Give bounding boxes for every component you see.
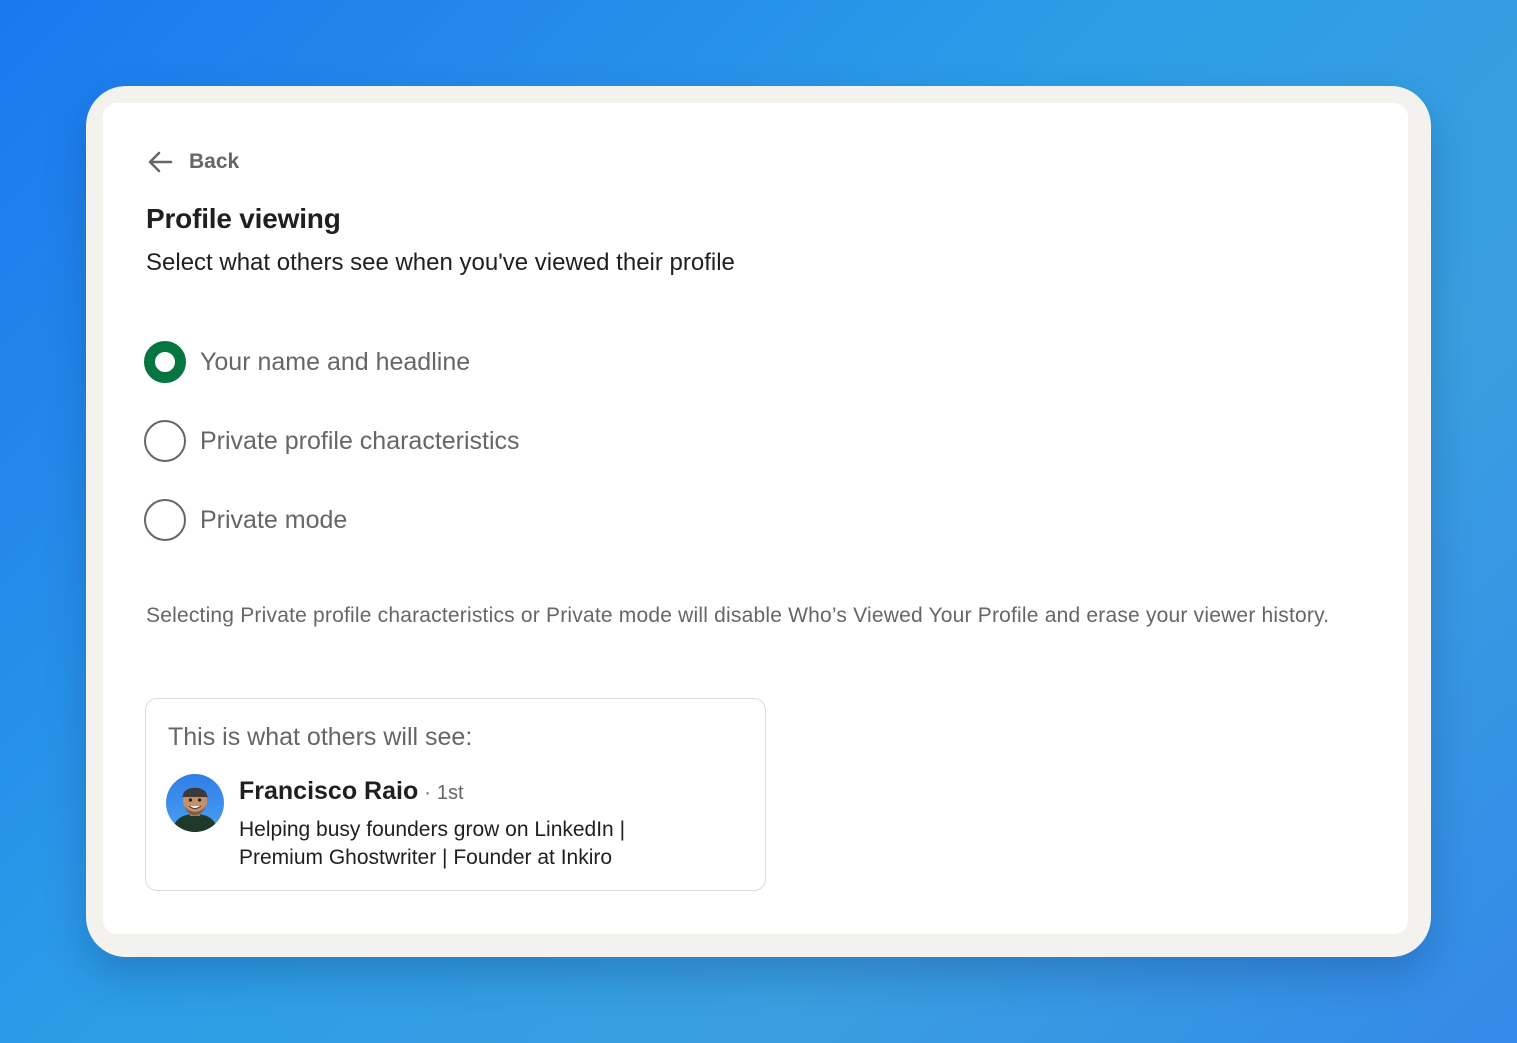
back-label: Back (189, 150, 240, 173)
visibility-options: Your name and headline Private profile c… (144, 339, 520, 576)
viewer-info: Francisco Raio · 1st Helping busy founde… (239, 777, 689, 872)
connection-degree: 1st (436, 782, 464, 804)
option-label: Private mode (200, 505, 348, 534)
option-label: Private profile characteristics (200, 426, 520, 455)
option-name-and-headline[interactable]: Your name and headline (144, 339, 520, 385)
back-button[interactable]: Back (147, 147, 239, 177)
option-label: Your name and headline (200, 347, 471, 376)
separator-dot: · (424, 782, 431, 804)
option-private-profile-characteristics[interactable]: Private profile characteristics (144, 418, 520, 464)
app-window-frame: Back Profile viewing Select what others … (86, 86, 1431, 957)
radio-unselected[interactable] (144, 499, 186, 541)
page-subtitle: Select what others see when you've viewe… (146, 249, 735, 276)
radio-selected[interactable] (144, 341, 186, 383)
preview-heading: This is what others will see: (168, 723, 473, 751)
viewer-name: Francisco Raio (239, 777, 419, 805)
option-private-mode[interactable]: Private mode (144, 497, 520, 543)
page-title: Profile viewing (146, 203, 341, 234)
preview-box: This is what others will see: Francisco … (145, 698, 766, 891)
avatar (166, 774, 224, 832)
radio-unselected[interactable] (144, 420, 186, 462)
settings-card: Back Profile viewing Select what others … (103, 103, 1408, 934)
viewer-headline: Helping busy founders grow on LinkedIn |… (239, 818, 626, 869)
privacy-notice: Selecting Private profile characteristic… (146, 604, 1330, 627)
arrow-left-icon (147, 151, 173, 173)
